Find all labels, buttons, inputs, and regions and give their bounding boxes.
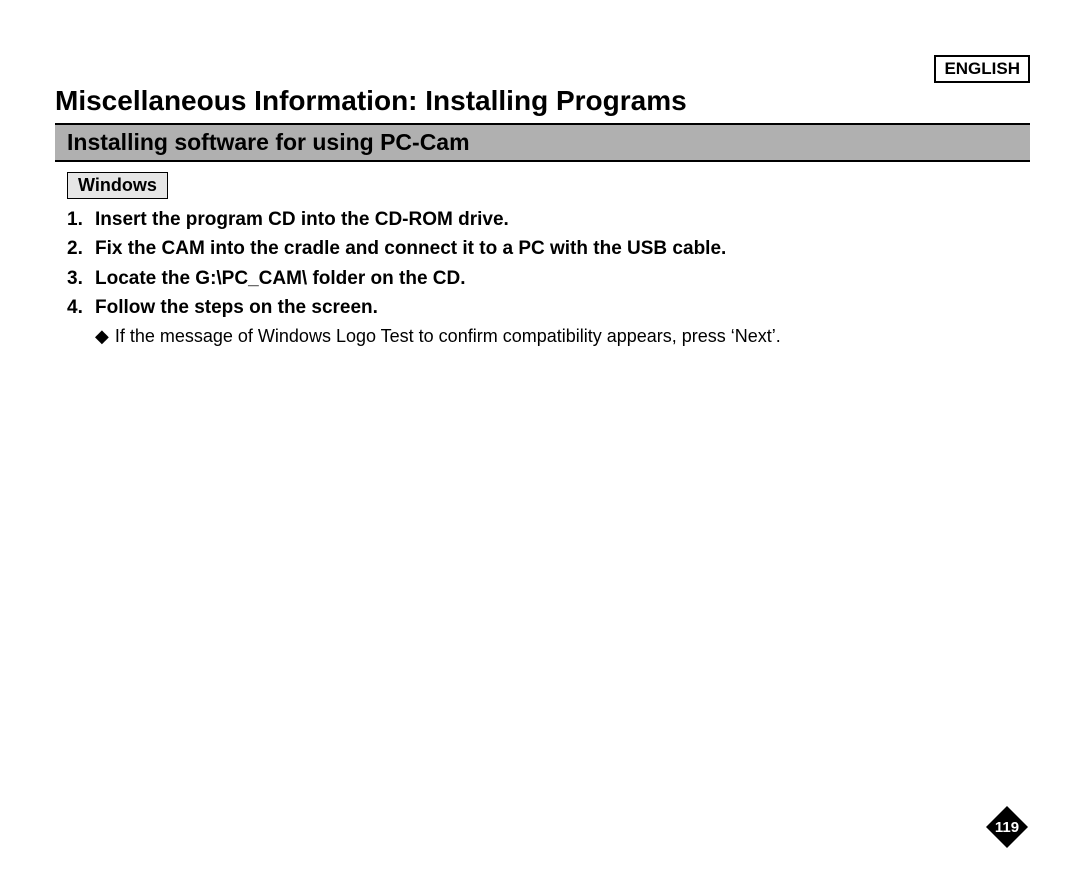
step-number: 1. — [67, 205, 95, 234]
step-text: Follow the steps on the screen. — [95, 293, 378, 322]
step-number: 2. — [67, 234, 95, 263]
step-number: 3. — [67, 264, 95, 293]
list-item: 4. Follow the steps on the screen. — [67, 293, 1030, 322]
page-number-badge: 119 — [984, 804, 1030, 850]
list-item: 1. Insert the program CD into the CD-ROM… — [67, 205, 1030, 234]
page-title: Miscellaneous Information: Installing Pr… — [55, 85, 1030, 117]
diamond-bullet-icon: ◆ — [95, 323, 109, 350]
list-item: 3. Locate the G:\PC_CAM\ folder on the C… — [67, 264, 1030, 293]
sub-note: ◆ If the message of Windows Logo Test to… — [55, 323, 1030, 350]
sub-note-text: If the message of Windows Logo Test to c… — [115, 323, 781, 350]
section-heading: Installing software for using PC-Cam — [55, 123, 1030, 162]
step-number: 4. — [67, 293, 95, 322]
steps-list: 1. Insert the program CD into the CD-ROM… — [55, 205, 1030, 323]
page-number: 119 — [984, 804, 1030, 850]
step-text: Insert the program CD into the CD-ROM dr… — [95, 205, 509, 234]
step-text: Fix the CAM into the cradle and connect … — [95, 234, 726, 263]
step-text: Locate the G:\PC_CAM\ folder on the CD. — [95, 264, 466, 293]
os-tag: Windows — [67, 172, 168, 199]
language-label: ENGLISH — [934, 55, 1030, 83]
list-item: 2. Fix the CAM into the cradle and conne… — [67, 234, 1030, 263]
